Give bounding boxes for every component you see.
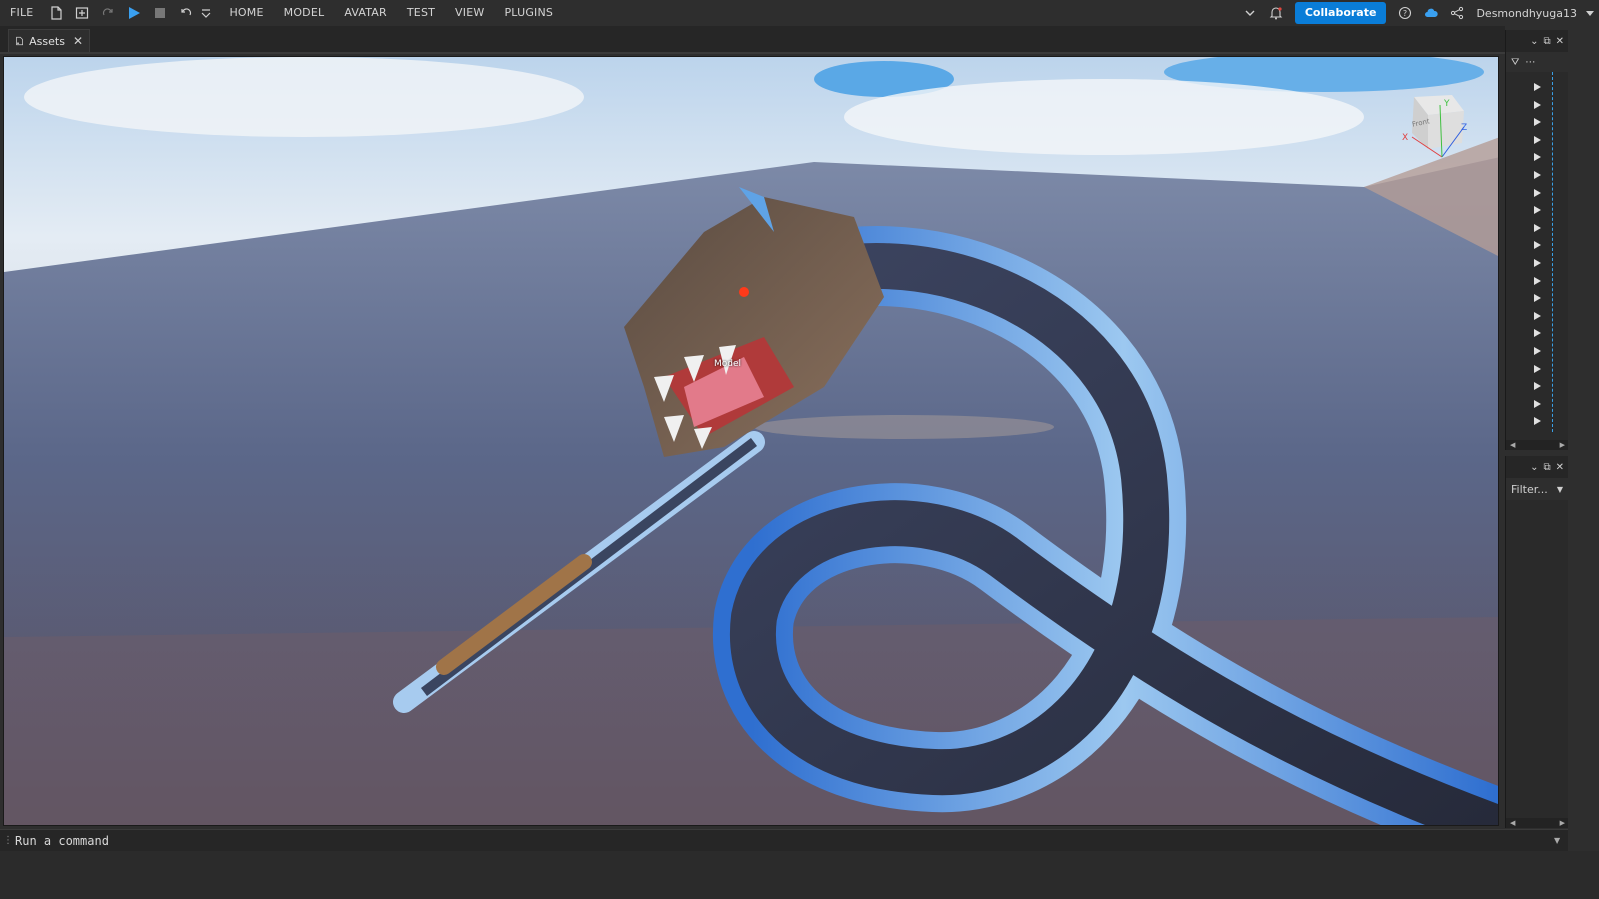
user-dropdown-icon[interactable] — [1581, 0, 1599, 26]
explorer-tree[interactable] — [1506, 72, 1568, 432]
more-options-icon[interactable]: ⋯ — [1525, 57, 1535, 68]
tree-expand-arrow-icon[interactable] — [1534, 182, 1542, 197]
tree-expand-arrow-icon[interactable] — [1534, 270, 1542, 285]
tree-expand-arrow-icon[interactable] — [1534, 305, 1542, 320]
tab-test[interactable]: TEST — [397, 0, 445, 26]
panel-close-icon[interactable]: ✕ — [1556, 36, 1564, 47]
collaborate-button[interactable]: Collaborate — [1294, 2, 1387, 24]
share-icon[interactable] — [1444, 0, 1470, 26]
properties-filter-placeholder: Filter... — [1511, 482, 1548, 496]
tree-expand-arrow-icon[interactable] — [1534, 410, 1542, 426]
chevron-down-icon[interactable]: ▼ — [1557, 485, 1563, 494]
undo-icon[interactable] — [173, 0, 199, 26]
filter-icon[interactable]: ⛛ — [1511, 57, 1519, 68]
tree-expand-arrow-icon[interactable] — [1534, 393, 1542, 408]
tree-expand-arrow-icon[interactable] — [1534, 164, 1542, 179]
tree-expand-arrow-icon[interactable] — [1534, 322, 1542, 338]
menubar: FILE HOME MODEL AVATAR TEST VIEW PLUGINS… — [0, 0, 1599, 26]
panel-undock-icon[interactable]: ⧉ — [1543, 462, 1550, 473]
properties-header: ⌄ ⧉ ✕ — [1506, 456, 1568, 478]
tree-expand-arrow-icon[interactable] — [1534, 199, 1542, 215]
tree-expand-arrow-icon[interactable] — [1534, 234, 1542, 250]
explorer-hscrollbar[interactable]: ◀ ▶ — [1506, 440, 1569, 450]
file-menu[interactable]: FILE — [0, 0, 43, 26]
open-file-icon[interactable] — [69, 0, 95, 26]
tree-expand-arrow-icon[interactable] — [1534, 340, 1542, 355]
panel-collapse-icon[interactable]: ⌄ — [1530, 462, 1538, 473]
tab-assets-label: Assets — [29, 34, 65, 48]
close-icon[interactable]: ✕ — [73, 34, 83, 48]
panel-collapse-icon[interactable]: ⌄ — [1530, 36, 1538, 47]
tree-guide-line — [1552, 72, 1553, 432]
explorer-header: ⌄ ⧉ ✕ — [1506, 30, 1568, 52]
explorer-filterbar: ⛛ ⋯ — [1506, 52, 1568, 72]
tree-expand-arrow-icon[interactable] — [1534, 358, 1542, 373]
tab-view[interactable]: VIEW — [445, 0, 494, 26]
tree-expand-arrow-icon[interactable] — [1534, 252, 1542, 267]
right-edge-strip — [1568, 30, 1599, 828]
tree-expand-arrow-icon[interactable] — [1534, 146, 1542, 162]
tab-plugins[interactable]: PLUGINS — [494, 0, 563, 26]
stop-icon[interactable] — [147, 0, 173, 26]
properties-filter-input[interactable]: Filter... ▼ — [1506, 478, 1568, 500]
scene-render — [4, 57, 1498, 825]
help-icon[interactable]: ? — [1392, 0, 1418, 26]
tree-expand-arrow-icon[interactable] — [1534, 217, 1542, 232]
tree-expand-arrow-icon[interactable] — [1534, 287, 1542, 303]
properties-hscrollbar[interactable]: ◀ ▶ — [1506, 818, 1569, 828]
scroll-right-icon[interactable]: ▶ — [1560, 441, 1565, 449]
tree-expand-arrow-icon[interactable] — [1534, 94, 1542, 109]
tab-model[interactable]: MODEL — [274, 0, 335, 26]
axis-x-label: X — [1402, 133, 1409, 143]
tree-expand-arrow-icon[interactable] — [1534, 375, 1542, 391]
tree-expand-arrow-icon[interactable] — [1534, 129, 1542, 144]
chevron-down-icon[interactable] — [1237, 0, 1263, 26]
scroll-left-icon[interactable]: ◀ — [1510, 819, 1515, 827]
document-icon — [16, 36, 23, 46]
redo-icon[interactable] — [95, 0, 121, 26]
tab-assets[interactable]: Assets ✕ — [8, 29, 90, 52]
play-icon[interactable] — [121, 0, 147, 26]
axis-y-label: Y — [1444, 99, 1450, 109]
3d-viewport[interactable]: Front X Y Z Model — [3, 56, 1499, 826]
notification-bell-icon[interactable] — [1263, 0, 1289, 26]
tree-expand-arrow-icon[interactable] — [1534, 111, 1542, 127]
panel-close-icon[interactable]: ✕ — [1556, 462, 1564, 473]
quick-access-dropdown-icon[interactable] — [199, 0, 213, 26]
svg-text:?: ? — [1403, 9, 1407, 18]
tree-expand-arrow-icon[interactable] — [1534, 76, 1542, 91]
new-file-icon[interactable] — [43, 0, 69, 26]
document-tabstrip: Assets ✕ — [0, 26, 1505, 54]
cloud-icon[interactable] — [1418, 0, 1444, 26]
tab-avatar[interactable]: AVATAR — [334, 0, 397, 26]
command-bar: ⋮ ▼ — [0, 829, 1568, 851]
explorer-panel: ⌄ ⧉ ✕ ⛛ ⋯ ◀ ▶ — [1505, 30, 1569, 450]
status-bar — [0, 851, 1599, 899]
properties-panel: ⌄ ⧉ ✕ Filter... ▼ ◀ ▶ — [1505, 456, 1569, 828]
scroll-right-icon[interactable]: ▶ — [1560, 819, 1565, 827]
command-history-dropdown-icon[interactable]: ▼ — [1554, 836, 1568, 845]
scroll-left-icon[interactable]: ◀ — [1510, 441, 1515, 449]
panel-undock-icon[interactable]: ⧉ — [1543, 36, 1550, 47]
selection-label: Model — [714, 359, 742, 369]
command-input[interactable] — [9, 833, 1554, 848]
tab-home[interactable]: HOME — [219, 0, 273, 26]
user-menu[interactable]: Desmondhyuga13 — [1470, 7, 1581, 20]
axis-z-label: Z — [1461, 123, 1468, 133]
